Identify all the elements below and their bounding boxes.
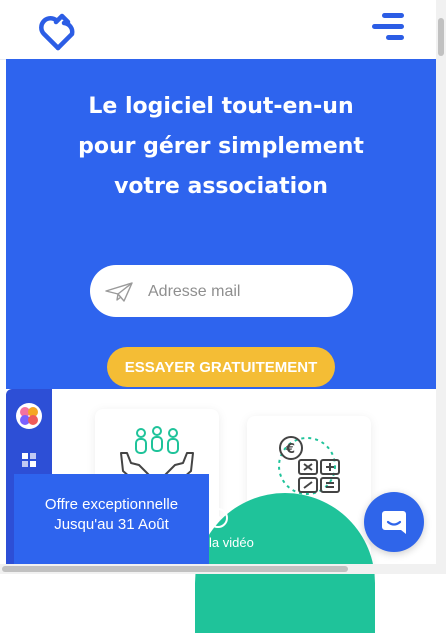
hero-title-line-1: Le logiciel tout-en-un — [88, 94, 354, 119]
offer-banner[interactable]: Offre exceptionnelle Jusqu'au 31 Août — [14, 474, 209, 574]
offer-line-1: Offre exceptionnelle — [44, 496, 179, 513]
hamburger-menu-icon[interactable] — [370, 13, 406, 45]
hero-title-line-2: pour gérer simplement — [78, 134, 364, 159]
vertical-scrollbar-thumb[interactable] — [438, 18, 444, 56]
calculator-coin-icon: € — [278, 436, 340, 495]
video-label: la vidéo — [209, 535, 254, 550]
site-header — [0, 0, 436, 60]
chat-bubble-icon — [382, 511, 406, 534]
horizontal-scrollbar-thumb[interactable] — [2, 566, 348, 572]
paper-plane-icon — [105, 282, 133, 302]
hero-section: Le logiciel tout-en-un pour gérer simple… — [6, 59, 436, 389]
email-input[interactable] — [146, 277, 340, 307]
hero-title: Le logiciel tout-en-un pour gérer simple… — [6, 87, 436, 207]
offer-line-2: Jusqu'au 31 Août — [54, 516, 169, 533]
email-field-container[interactable] — [90, 265, 353, 317]
play-icon — [208, 508, 228, 528]
hero-title-line-3: votre association — [114, 174, 328, 199]
vertical-scrollbar[interactable] — [436, 0, 446, 574]
try-free-button[interactable]: ESSAYER GRATUITEMENT — [107, 347, 335, 387]
brain-icon[interactable] — [15, 402, 43, 430]
svg-text:€: € — [285, 442, 295, 457]
chat-launcher-button[interactable] — [364, 492, 424, 552]
grid-icon[interactable] — [21, 452, 37, 468]
heart-drop-logo-icon[interactable] — [38, 12, 78, 52]
